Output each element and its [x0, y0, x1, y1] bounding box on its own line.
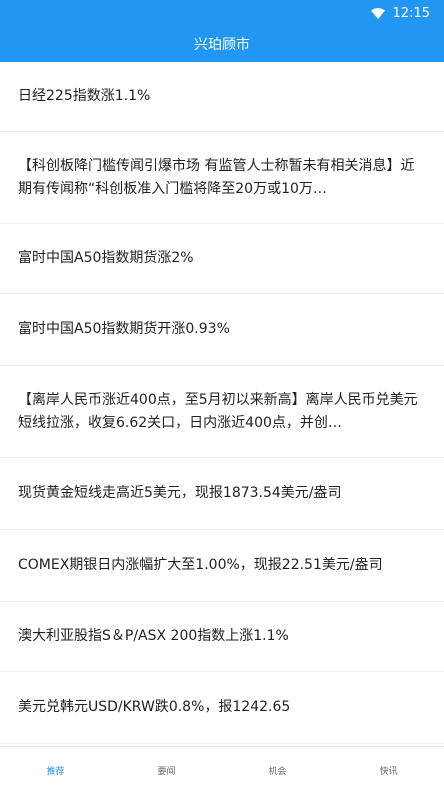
tab-label: 推荐: [46, 767, 65, 777]
news-item[interactable]: 【科创板降门槛传闻引爆市场 有监管人士称暂未有相关消息】近期有传闻称“科创板准入…: [0, 132, 444, 224]
news-item-text: 【离岸人民币涨近400点，至5月初以来新高】离岸人民币兑美元短线拉涨，收复6.6…: [18, 391, 418, 431]
news-item-text: COMEX期银日内涨幅扩大至1.00%，现报22.51美元/盎司: [18, 557, 383, 573]
wifi-icon: [370, 7, 385, 19]
news-item[interactable]: 富时中国A50指数期货开涨0.93%: [0, 294, 444, 366]
news-list: 日经225指数涨1.1% 【科创板降门槛传闻引爆市场 有监管人士称暂未有相关消息…: [0, 62, 444, 746]
news-item-text: 富时中国A50指数期货开涨0.93%: [18, 321, 230, 337]
app-bar: 兴珀顾市: [0, 26, 444, 62]
tab-label: 机会: [268, 767, 287, 777]
news-item[interactable]: 富时中国A50指数期货涨2%: [0, 224, 444, 294]
news-item[interactable]: COMEX期银日内涨幅扩大至1.00%，现报22.51美元/盎司: [0, 530, 444, 602]
tab-flash-news[interactable]: 快讯: [333, 747, 444, 794]
news-item[interactable]: 美元兑韩元USD/KRW跌0.8%，报1242.65: [0, 672, 444, 744]
status-time: 12:15: [392, 5, 430, 21]
news-item-text: 日经225指数涨1.1%: [18, 88, 151, 104]
news-item-text: 美元兑韩元USD/KRW跌0.8%，报1242.65: [18, 699, 291, 715]
news-item-text: 澳大利亚股指S＆P/ASX 200指数上涨1.1%: [18, 628, 289, 644]
news-item[interactable]: 现货黄金短线走高近5美元，现报1873.54美元/盎司: [0, 458, 444, 530]
tab-opportunities[interactable]: 机会: [222, 747, 333, 794]
bottom-tab-bar: 推荐 要闻 机会 快讯: [0, 746, 444, 794]
tab-headlines[interactable]: 要闻: [111, 747, 222, 794]
status-bar: 12:15: [0, 0, 444, 26]
tab-label: 快讯: [379, 767, 398, 777]
app-title: 兴珀顾市: [194, 37, 250, 53]
news-item[interactable]: 日经225指数涨1.1%: [0, 62, 444, 132]
news-item[interactable]: 澳大利亚股指S＆P/ASX 200指数上涨1.1%: [0, 602, 444, 672]
tab-label: 要闻: [157, 767, 176, 777]
news-item-text: 现货黄金短线走高近5美元，现报1873.54美元/盎司: [18, 485, 342, 501]
news-item[interactable]: 【离岸人民币涨近400点，至5月初以来新高】离岸人民币兑美元短线拉涨，收复6.6…: [0, 366, 444, 458]
news-item-text: 富时中国A50指数期货涨2%: [18, 250, 194, 266]
tab-recommend[interactable]: 推荐: [0, 747, 111, 794]
news-item-text: 【科创板降门槛传闻引爆市场 有监管人士称暂未有相关消息】近期有传闻称“科创板准入…: [18, 157, 415, 197]
